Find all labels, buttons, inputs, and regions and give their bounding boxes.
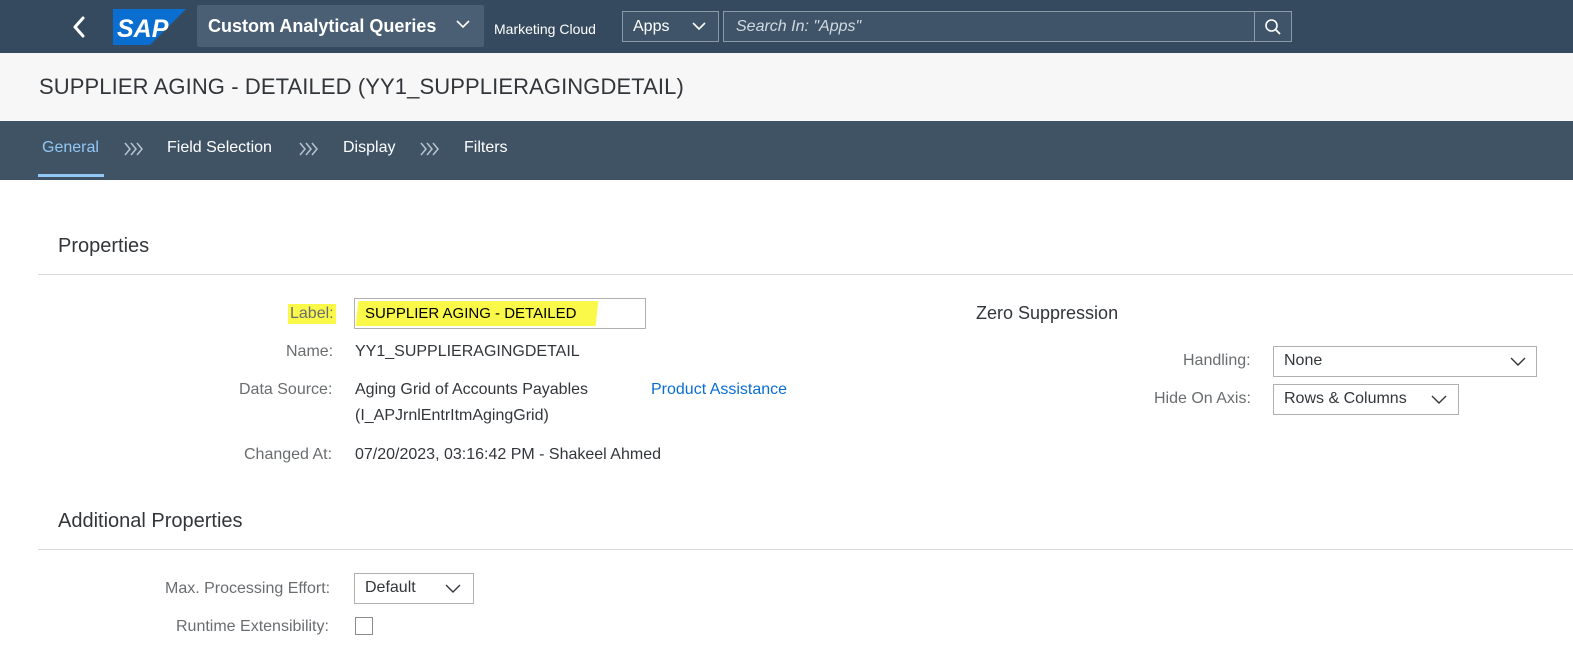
chevron-down-icon <box>1510 357 1526 366</box>
shell-bar: SAP Custom Analytical Queries Marketing … <box>0 0 1573 53</box>
label-input[interactable]: SUPPLIER AGING - DETAILED <box>354 298 646 329</box>
back-arrow-icon <box>73 16 85 38</box>
max-processing-effort-value: Default <box>365 579 416 596</box>
chevron-down-icon <box>692 22 706 31</box>
step-separator-icon <box>420 142 439 156</box>
app-title: Custom Analytical Queries <box>208 15 437 36</box>
object-header: SUPPLIER AGING - DETAILED (YY1_SUPPLIERA… <box>0 53 1573 121</box>
hide-on-axis-field-label: Hide On Axis: <box>1154 390 1251 407</box>
tab-field-selection[interactable]: Field Selection <box>167 139 272 157</box>
search-button[interactable] <box>1254 11 1292 42</box>
search-scope-value: Apps <box>633 17 670 35</box>
page-title: SUPPLIER AGING - DETAILED (YY1_SUPPLIERA… <box>39 74 684 99</box>
product-assistance-link[interactable]: Product Assistance <box>651 381 787 399</box>
section-divider <box>38 549 1573 550</box>
sap-logo[interactable]: SAP <box>113 9 186 45</box>
tab-filters[interactable]: Filters <box>464 139 508 157</box>
search-icon <box>1265 18 1281 35</box>
svg-text:SAP: SAP <box>117 15 169 43</box>
chevron-down-icon <box>456 20 470 29</box>
hide-on-axis-select-value: Rows & Columns <box>1284 390 1407 407</box>
chevron-down-icon <box>445 584 461 593</box>
active-tab-indicator <box>38 174 104 177</box>
step-separator-icon <box>299 142 318 156</box>
max-processing-effort-select[interactable]: Default <box>354 573 474 604</box>
handling-select[interactable]: None <box>1273 346 1537 377</box>
data-source-field-label: Data Source: <box>239 381 333 398</box>
label-field-label: Label: <box>288 304 336 324</box>
search-input[interactable] <box>723 11 1255 42</box>
data-source-technical-name: (I_APJrnlEntrItmAgingGrid) <box>355 407 549 424</box>
name-field-label: Name: <box>286 343 334 360</box>
tab-general[interactable]: General <box>42 139 99 157</box>
name-value: YY1_SUPPLIERAGINGDETAIL <box>355 343 580 360</box>
app-title-menu[interactable]: Custom Analytical Queries <box>197 5 484 47</box>
product-name: Marketing Cloud <box>494 21 596 37</box>
data-source-value: Aging Grid of Accounts Payables <box>355 381 589 398</box>
process-flow-tabs: General Field Selection Display Filters <box>0 121 1573 180</box>
section-divider <box>38 274 1573 275</box>
properties-section-title: Properties <box>58 235 150 257</box>
changed-at-value: 07/20/2023, 03:16:42 PM - Shakeel Ahmed <box>355 446 661 463</box>
chevron-down-icon <box>1431 395 1447 404</box>
zero-suppression-title: Zero Suppression <box>976 303 1119 323</box>
handling-field-label: Handling: <box>1183 352 1251 369</box>
back-button[interactable] <box>62 10 96 44</box>
handling-select-value: None <box>1284 352 1323 369</box>
runtime-extensibility-label: Runtime Extensibility: <box>176 618 329 635</box>
search-scope-select[interactable]: Apps <box>622 11 719 42</box>
hide-on-axis-select[interactable]: Rows & Columns <box>1273 384 1459 415</box>
changed-at-field-label: Changed At: <box>244 446 333 463</box>
label-input-value: SUPPLIER AGING - DETAILED <box>365 305 577 322</box>
runtime-extensibility-checkbox[interactable] <box>355 617 373 635</box>
step-separator-icon <box>124 142 143 156</box>
tab-display[interactable]: Display <box>343 139 395 157</box>
additional-properties-section-title: Additional Properties <box>58 510 243 532</box>
max-processing-effort-label: Max. Processing Effort: <box>165 580 331 597</box>
